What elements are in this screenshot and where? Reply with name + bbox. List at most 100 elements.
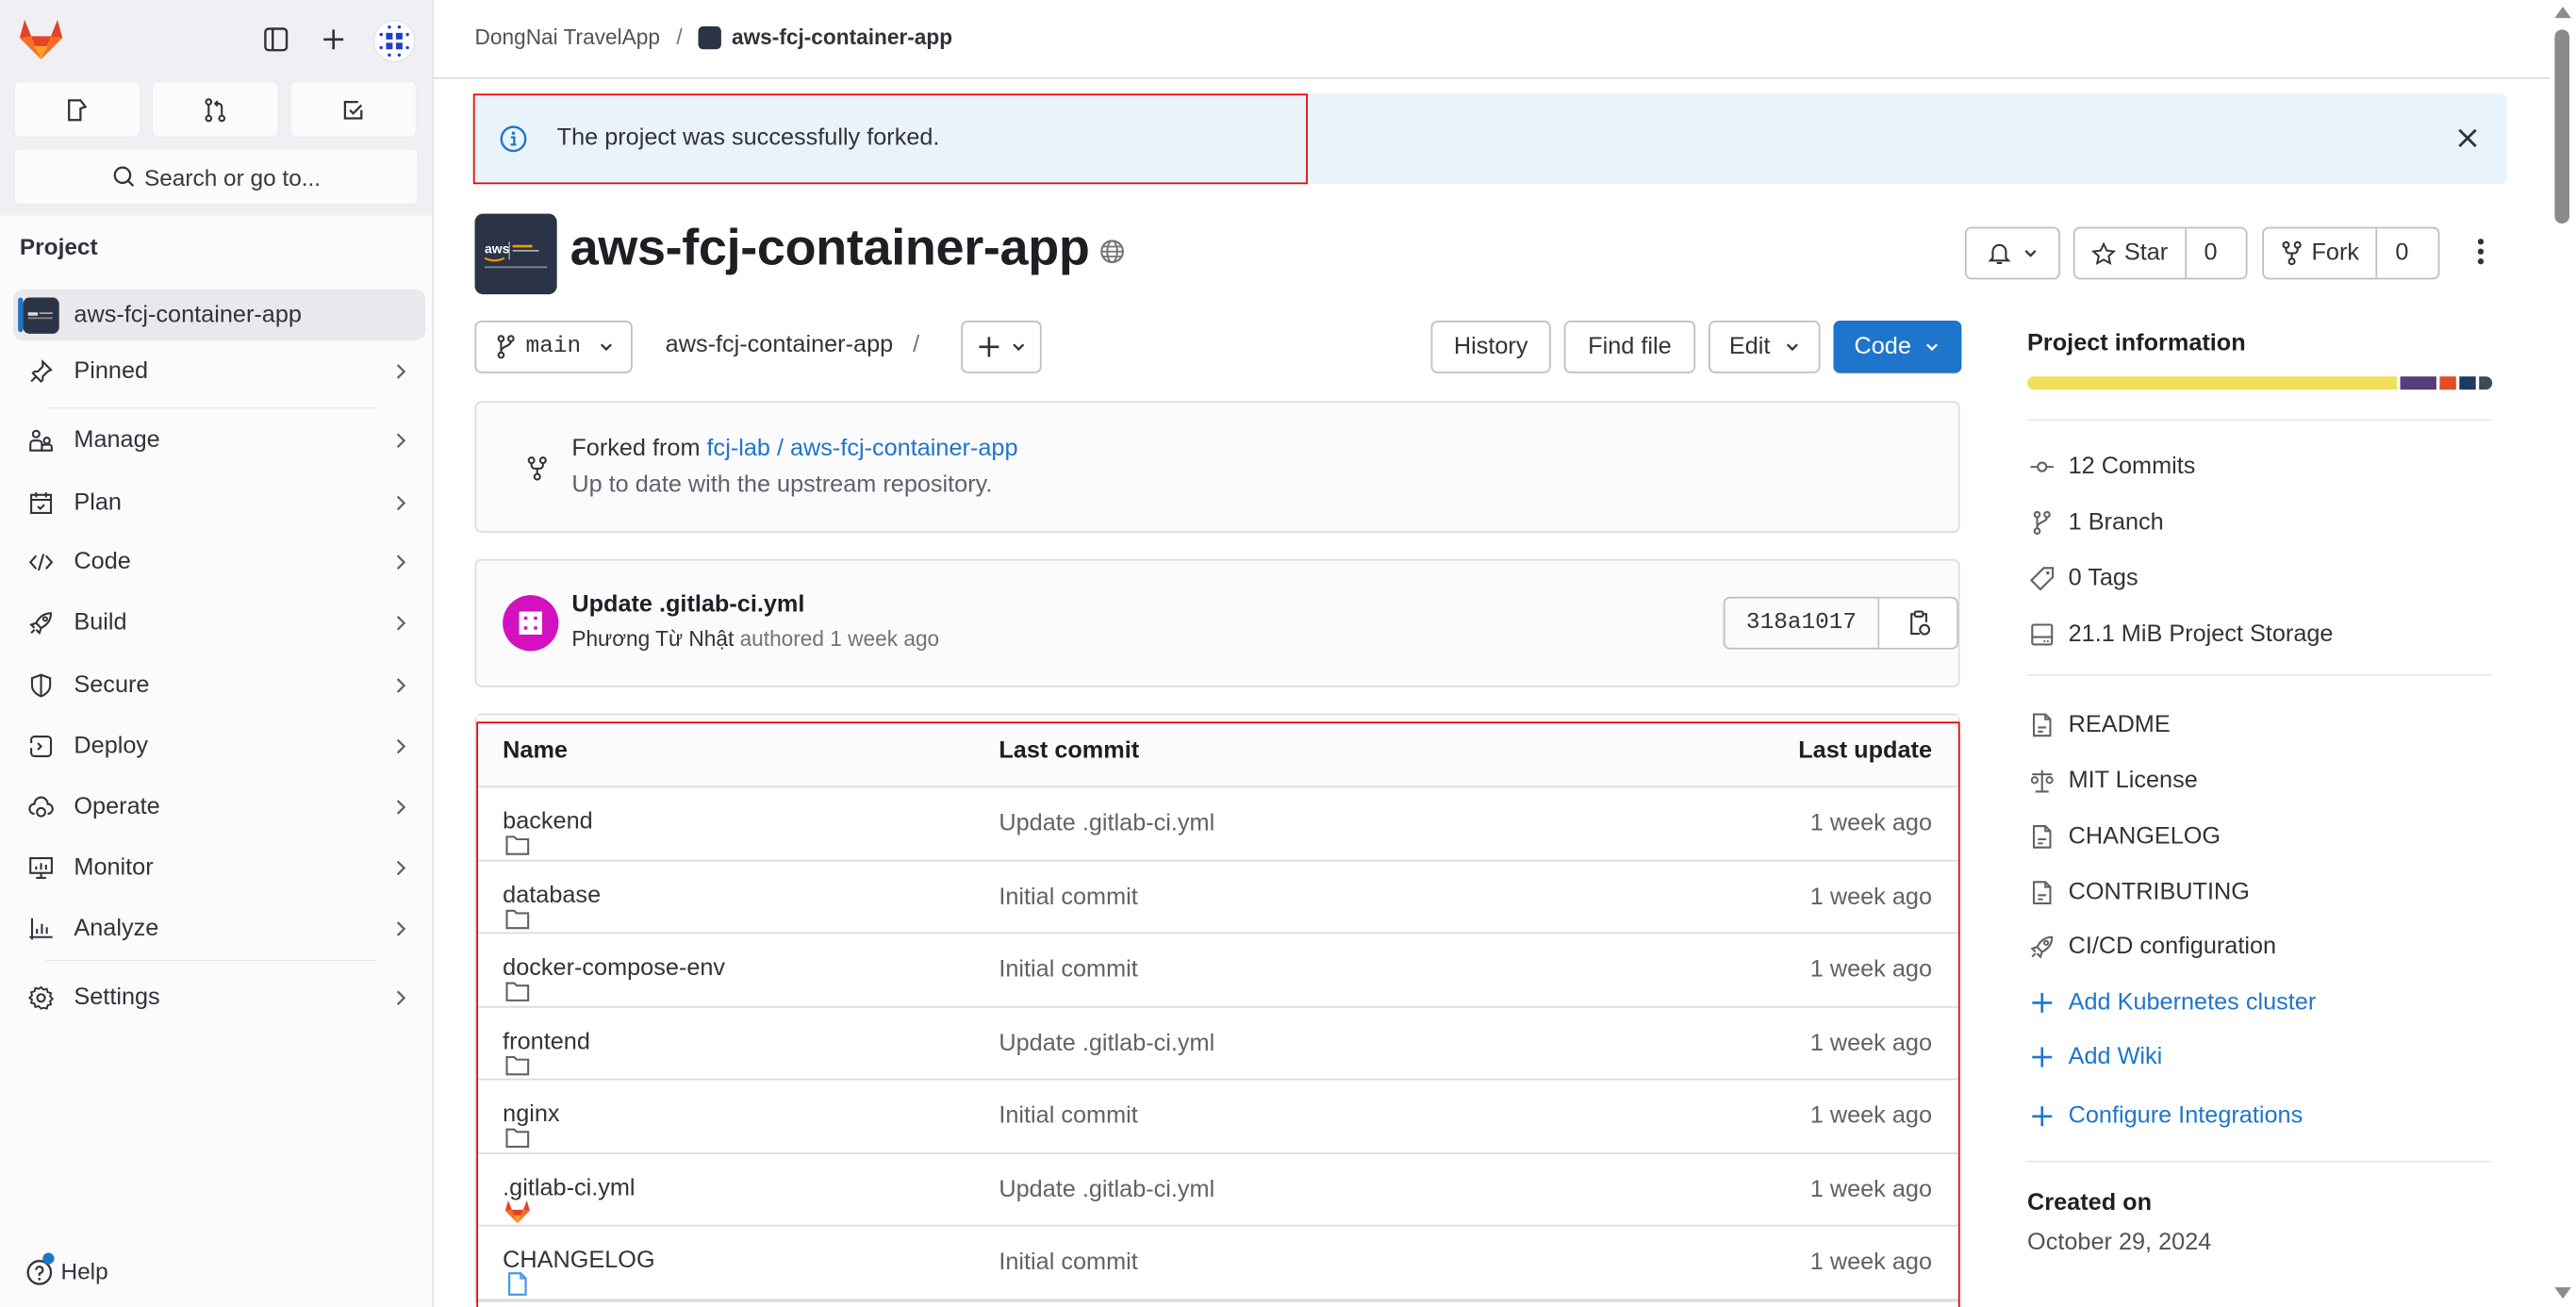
info-divider bbox=[2027, 673, 2493, 676]
language-segment[interactable] bbox=[2439, 376, 2456, 390]
code-dropdown-button[interactable]: Code bbox=[1833, 320, 1962, 373]
users-icon bbox=[26, 426, 56, 455]
license-link[interactable]: MIT License bbox=[2027, 766, 2198, 795]
file-name[interactable]: docker-compose-env bbox=[503, 955, 725, 982]
last-commit-link[interactable]: Initial commit bbox=[999, 884, 1137, 910]
add-to-tree-button[interactable] bbox=[961, 320, 1042, 373]
scrollbar-thumb[interactable] bbox=[2554, 29, 2570, 224]
configure-integrations-link[interactable]: Configure Integrations bbox=[2027, 1101, 2303, 1131]
plus-icon bbox=[2027, 1101, 2056, 1131]
file-name-cell[interactable]: database bbox=[503, 882, 601, 929]
help-button[interactable]: Help bbox=[25, 1252, 108, 1285]
commit-sha[interactable]: 318a1017 bbox=[1725, 598, 1880, 648]
table-row[interactable]: .gitlab-ci.yml Update .gitlab-ci.yml 1 wee… bbox=[476, 1153, 1958, 1227]
edit-dropdown-button[interactable]: Edit bbox=[1709, 320, 1821, 373]
commit-title-link[interactable]: Update .gitlab-ci.yml bbox=[571, 592, 804, 619]
notification-settings-button[interactable] bbox=[1964, 226, 2060, 280]
scroll-down-arrow[interactable] bbox=[2554, 1287, 2571, 1299]
star-count[interactable]: 0 bbox=[2184, 228, 2236, 278]
toggle-sidebar-icon[interactable] bbox=[258, 22, 294, 58]
repo-path-root[interactable]: aws-fcj-container-app bbox=[666, 332, 894, 358]
sidebar-item-pinned[interactable]: Pinned bbox=[13, 345, 425, 398]
user-avatar[interactable] bbox=[372, 19, 416, 63]
table-row[interactable]: frontend Update .gitlab-ci.yml 1 week ago bbox=[476, 1007, 1958, 1081]
folder-icon bbox=[503, 1051, 532, 1078]
scroll-up-arrow[interactable] bbox=[2554, 6, 2571, 19]
breadcrumb-separator: / bbox=[676, 25, 683, 50]
breadcrumb-group-link[interactable]: DongNai TravelApp bbox=[475, 25, 660, 49]
fork-button[interactable]: Fork 0 bbox=[2262, 226, 2440, 280]
language-segment[interactable] bbox=[2400, 376, 2437, 390]
chevron-right-icon bbox=[396, 615, 406, 631]
sidebar-item-manage[interactable]: Manage bbox=[13, 414, 425, 467]
chevron-down-icon bbox=[1926, 343, 1939, 352]
storage-link[interactable]: 21.1 MiB Project Storage bbox=[2027, 620, 2333, 649]
language-segment[interactable] bbox=[2459, 376, 2476, 390]
last-commit-link[interactable]: Update .gitlab-ci.yml bbox=[999, 810, 1214, 836]
file-name-cell[interactable]: nginx bbox=[503, 1101, 560, 1149]
gitlab-logo-icon[interactable] bbox=[18, 18, 64, 60]
file-name-cell[interactable]: CHANGELOG bbox=[503, 1248, 655, 1297]
language-bar[interactable] bbox=[2027, 376, 2493, 390]
commit-sha-group: 318a1017 bbox=[1723, 596, 1958, 650]
last-commit-link[interactable]: Initial commit bbox=[999, 1103, 1137, 1130]
sidebar-item-monitor[interactable]: Monitor bbox=[13, 842, 425, 895]
star-button[interactable]: Star 0 bbox=[2072, 226, 2248, 280]
changelog-link[interactable]: CHANGELOG bbox=[2027, 822, 2221, 852]
readme-link[interactable]: README bbox=[2027, 710, 2171, 739]
todo-button[interactable] bbox=[289, 80, 418, 139]
last-commit-link[interactable]: Update .gitlab-ci.yml bbox=[999, 1176, 1214, 1202]
search-input[interactable]: Search or go to... bbox=[12, 147, 420, 206]
contributing-link[interactable]: CONTRIBUTING bbox=[2027, 878, 2250, 907]
pin-icon bbox=[26, 356, 56, 386]
more-actions-icon[interactable] bbox=[2470, 235, 2490, 268]
last-commit-link[interactable]: Initial commit bbox=[999, 957, 1137, 984]
create-new-icon[interactable] bbox=[316, 22, 352, 58]
history-button[interactable]: History bbox=[1430, 320, 1551, 373]
commit-author-avatar[interactable] bbox=[503, 595, 559, 652]
add-wiki-label: Add Wiki bbox=[2068, 1044, 2163, 1070]
file-name-cell[interactable]: docker-compose-env bbox=[503, 955, 725, 1001]
page-scrollbar[interactable] bbox=[2550, 0, 2576, 1307]
sidebar-item-code[interactable]: Code bbox=[13, 536, 425, 588]
add-wiki-link[interactable]: Add Wiki bbox=[2027, 1042, 2162, 1071]
last-commit-link[interactable]: Initial commit bbox=[999, 1249, 1137, 1276]
sidebar-item-deploy[interactable]: Deploy bbox=[13, 720, 425, 773]
language-segment[interactable] bbox=[2478, 376, 2493, 390]
tags-link[interactable]: 0 Tags bbox=[2027, 564, 2138, 593]
close-icon[interactable] bbox=[2456, 126, 2479, 149]
cicd-config-link[interactable]: CI/CD configuration bbox=[2027, 933, 2276, 962]
find-file-button[interactable]: Find file bbox=[1563, 320, 1696, 373]
file-name-cell[interactable]: .gitlab-ci.yml bbox=[503, 1175, 636, 1222]
merge-requests-button[interactable] bbox=[151, 80, 280, 139]
sidebar-project-item[interactable]: aws-fcj-container-app bbox=[12, 289, 426, 340]
breadcrumb-project-link[interactable]: aws-fcj-container-app bbox=[732, 25, 952, 49]
copy-sha-button[interactable] bbox=[1879, 598, 1957, 648]
cloud-gear-icon bbox=[26, 792, 56, 821]
language-segment[interactable] bbox=[2027, 376, 2398, 390]
last-commit-link[interactable]: Update .gitlab-ci.yml bbox=[999, 1030, 1214, 1056]
sidebar-item-operate[interactable]: Operate bbox=[13, 781, 425, 834]
file-name-cell[interactable]: backend bbox=[503, 809, 593, 855]
sidebar-item-secure[interactable]: Secure bbox=[13, 659, 425, 712]
sidebar-item-label: Analyze bbox=[74, 916, 159, 942]
commits-link[interactable]: 12 Commits bbox=[2027, 452, 2195, 481]
file-name-cell[interactable]: frontend bbox=[503, 1028, 590, 1075]
table-row[interactable]: docker-compose-env Initial commit 1 week a… bbox=[476, 934, 1958, 1007]
sidebar-item-analyze[interactable]: Analyze bbox=[13, 902, 425, 955]
table-row[interactable]: nginx Initial commit 1 week ago bbox=[476, 1080, 1958, 1153]
branches-link[interactable]: 1 Branch bbox=[2027, 508, 2164, 538]
table-row[interactable]: backend Update .gitlab-ci.yml 1 week ago bbox=[476, 787, 1958, 861]
issues-button[interactable] bbox=[12, 80, 141, 139]
sidebar-item-plan[interactable]: Plan bbox=[13, 477, 425, 530]
todo-check-icon bbox=[343, 100, 363, 119]
upstream-project-link[interactable]: fcj-lab / aws-fcj-container-app bbox=[707, 436, 1018, 462]
sidebar-item-settings[interactable]: Settings bbox=[13, 971, 425, 1024]
commit-author-link[interactable]: Phương Từ Nhật bbox=[571, 626, 734, 651]
branch-selector[interactable]: main bbox=[474, 320, 633, 373]
table-row[interactable]: CHANGELOG Initial commit 1 week ago bbox=[476, 1227, 1958, 1300]
table-row[interactable]: database Initial commit 1 week ago bbox=[476, 861, 1958, 935]
sidebar-item-build[interactable]: Build bbox=[13, 597, 425, 650]
fork-count[interactable]: 0 bbox=[2375, 228, 2426, 278]
add-kubernetes-cluster-link[interactable]: Add Kubernetes cluster bbox=[2027, 988, 2316, 1017]
